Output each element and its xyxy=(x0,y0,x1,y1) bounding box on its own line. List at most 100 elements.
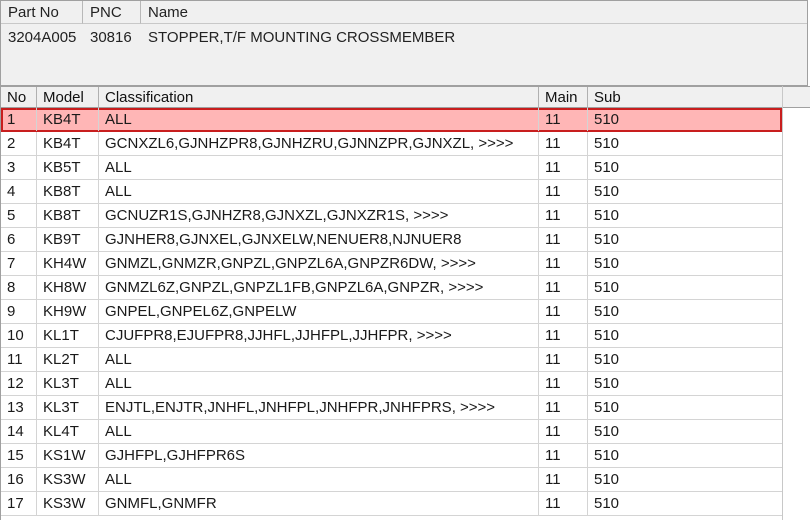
row-classification-cell: ALL xyxy=(99,180,539,203)
row-no-cell: 10 xyxy=(1,324,37,347)
row-model-cell: KL1T xyxy=(37,324,99,347)
row-model-cell: KL2T xyxy=(37,348,99,371)
row-model-cell: KB4T xyxy=(37,108,99,131)
row-no-cell: 7 xyxy=(1,252,37,275)
row-no-cell: 17 xyxy=(1,492,37,515)
row-model-cell: KS3W xyxy=(37,468,99,491)
row-main-cell: 11 xyxy=(539,300,588,323)
row-sub-cell: 510 xyxy=(594,375,620,392)
row-no-cell: 2 xyxy=(1,132,37,155)
part-info-panel: Part No PNC Name 3204A005 30816 STOPPER,… xyxy=(0,0,808,86)
row-classification-cell: ENJTL,ENJTR,JNHFL,JNHFPL,JNHFPR,JNHFPRS,… xyxy=(99,396,539,419)
row-no-cell: 5 xyxy=(1,204,37,227)
row-no-cell: 13 xyxy=(1,396,37,419)
table-row[interactable]: 15 KS1W GJHFPL,GJHFPR6S 11 510 xyxy=(1,444,782,468)
table-row[interactable]: 17 KS3W GNMFL,GNMFR 11 510 xyxy=(1,492,782,516)
table-row[interactable]: 6 KB9T GJNHER8,GJNXEL,GJNXELW,NENUER8,NJNU… xyxy=(1,228,782,252)
part-no-header[interactable]: Part No xyxy=(1,1,83,24)
part-info-header: Part No PNC Name xyxy=(1,1,807,25)
row-main-cell: 11 xyxy=(539,228,588,251)
name-value: STOPPER,T/F MOUNTING CROSSMEMBER xyxy=(148,29,456,46)
row-no-cell: 9 xyxy=(1,300,37,323)
row-main-cell: 11 xyxy=(539,108,588,131)
row-classification-cell: GNMZL,GNMZR,GNPZL,GNPZL6A,GNPZR6DW, >>>> xyxy=(99,252,539,275)
row-model-cell: KH8W xyxy=(37,276,99,299)
row-sub-cell: 510 xyxy=(594,327,620,344)
table-row[interactable]: 3 KB5T ALL 11 510 xyxy=(1,156,782,180)
grid-header: No Model Classification Main Sub xyxy=(1,86,782,108)
table-row[interactable]: 4 KB8T ALL 11 510 xyxy=(1,180,782,204)
row-model-cell: KB9T xyxy=(37,228,99,251)
row-classification-cell: GNPEL,GNPEL6Z,GNPELW xyxy=(99,300,539,323)
row-main-cell: 11 xyxy=(539,276,588,299)
row-sub-cell: 510 xyxy=(594,495,620,512)
row-model-cell: KL3T xyxy=(37,396,99,419)
row-model-cell: KL3T xyxy=(37,372,99,395)
col-classification-header[interactable]: Classification xyxy=(99,87,539,108)
row-classification-cell: GJNHER8,GJNXEL,GJNXELW,NENUER8,NJNUER8 xyxy=(99,228,539,251)
row-main-cell: 11 xyxy=(539,156,588,179)
row-no-cell: 16 xyxy=(1,468,37,491)
application-grid: No Model Classification Main Sub 1 KB4T AL… xyxy=(0,86,810,520)
row-main-cell: 11 xyxy=(539,252,588,275)
table-row[interactable]: 14 KL4T ALL 11 510 xyxy=(1,420,782,444)
table-row[interactable]: 13 KL3T ENJTL,ENJTR,JNHFL,JNHFPL,JNHFPR,JN… xyxy=(1,396,782,420)
row-classification-cell: ALL xyxy=(99,348,539,371)
row-sub-cell: 510 xyxy=(594,303,620,320)
row-model-cell: KB8T xyxy=(37,204,99,227)
table-row[interactable]: 8 KH8W GNMZL6Z,GNPZL,GNPZL1FB,GNPZL6A,GNPZ… xyxy=(1,276,782,300)
table-row[interactable]: 16 KS3W ALL 11 510 xyxy=(1,468,782,492)
row-no-cell: 15 xyxy=(1,444,37,467)
row-classification-cell: GCNUZR1S,GJNHZR8,GJNXZL,GJNXZR1S, >>>> xyxy=(99,204,539,227)
row-classification-cell: ALL xyxy=(99,420,539,443)
row-sub-cell: 510 xyxy=(594,351,620,368)
table-row[interactable]: 5 KB8T GCNUZR1S,GJNHZR8,GJNXZL,GJNXZR1S, >… xyxy=(1,204,782,228)
row-classification-cell: GJHFPL,GJHFPR6S xyxy=(99,444,539,467)
row-main-cell: 11 xyxy=(539,180,588,203)
row-sub-cell: 510 xyxy=(594,207,620,224)
table-row[interactable]: 9 KH9W GNPEL,GNPEL6Z,GNPELW 11 510 xyxy=(1,300,782,324)
grid-right-gutter xyxy=(782,86,810,520)
row-no-cell: 3 xyxy=(1,156,37,179)
row-classification-cell: ALL xyxy=(99,372,539,395)
row-model-cell: KS1W xyxy=(37,444,99,467)
pnc-value: 30816 xyxy=(90,29,132,46)
row-classification-cell: GCNXZL6,GJNHZPR8,GJNHZRU,GJNNZPR,GJNXZL,… xyxy=(99,132,539,155)
table-row[interactable]: 12 KL3T ALL 11 510 xyxy=(1,372,782,396)
table-row[interactable]: 2 KB4T GCNXZL6,GJNHZPR8,GJNHZRU,GJNNZPR,GJ… xyxy=(1,132,782,156)
table-row[interactable]: 10 KL1T CJUFPR8,EJUFPR8,JJHFL,JJHFPL,JJHFP… xyxy=(1,324,782,348)
part-no-value: 3204A005 xyxy=(8,29,77,46)
row-model-cell: KB5T xyxy=(37,156,99,179)
row-sub-cell: 510 xyxy=(594,423,620,440)
row-classification-cell: ALL xyxy=(99,156,539,179)
row-sub-cell: 510 xyxy=(594,111,620,128)
table-row[interactable]: 11 KL2T ALL 11 510 xyxy=(1,348,782,372)
col-main-header[interactable]: Main xyxy=(539,87,588,108)
col-no-header[interactable]: No xyxy=(1,87,37,108)
col-sub-header[interactable]: Sub xyxy=(588,87,782,108)
part-info-row[interactable]: 3204A005 30816 STOPPER,T/F MOUNTING CROS… xyxy=(1,26,807,50)
row-main-cell: 11 xyxy=(539,468,588,491)
row-main-cell: 11 xyxy=(539,348,588,371)
row-no-cell: 6 xyxy=(1,228,37,251)
pnc-header[interactable]: PNC xyxy=(83,1,141,24)
row-sub-cell: 510 xyxy=(594,159,620,176)
row-classification-cell: ALL xyxy=(99,108,539,131)
row-model-cell: KH9W xyxy=(37,300,99,323)
row-no-cell: 1 xyxy=(1,108,37,131)
row-main-cell: 11 xyxy=(539,204,588,227)
row-classification-cell: GNMFL,GNMFR xyxy=(99,492,539,515)
row-sub-cell: 510 xyxy=(594,399,620,416)
row-sub-cell: 510 xyxy=(594,135,620,152)
table-row[interactable]: 1 KB4T ALL 11 510 xyxy=(1,108,782,132)
table-row[interactable]: 7 KH4W GNMZL,GNMZR,GNPZL,GNPZL6A,GNPZR6DW,… xyxy=(1,252,782,276)
name-header[interactable]: Name xyxy=(141,1,807,24)
row-no-cell: 4 xyxy=(1,180,37,203)
row-main-cell: 11 xyxy=(539,324,588,347)
row-classification-cell: CJUFPR8,EJUFPR8,JJHFL,JJHFPL,JJHFPR, >>>… xyxy=(99,324,539,347)
col-model-header[interactable]: Model xyxy=(37,87,99,108)
row-sub-cell: 510 xyxy=(594,471,620,488)
row-sub-cell: 510 xyxy=(594,183,620,200)
row-no-cell: 12 xyxy=(1,372,37,395)
row-classification-cell: ALL xyxy=(99,468,539,491)
